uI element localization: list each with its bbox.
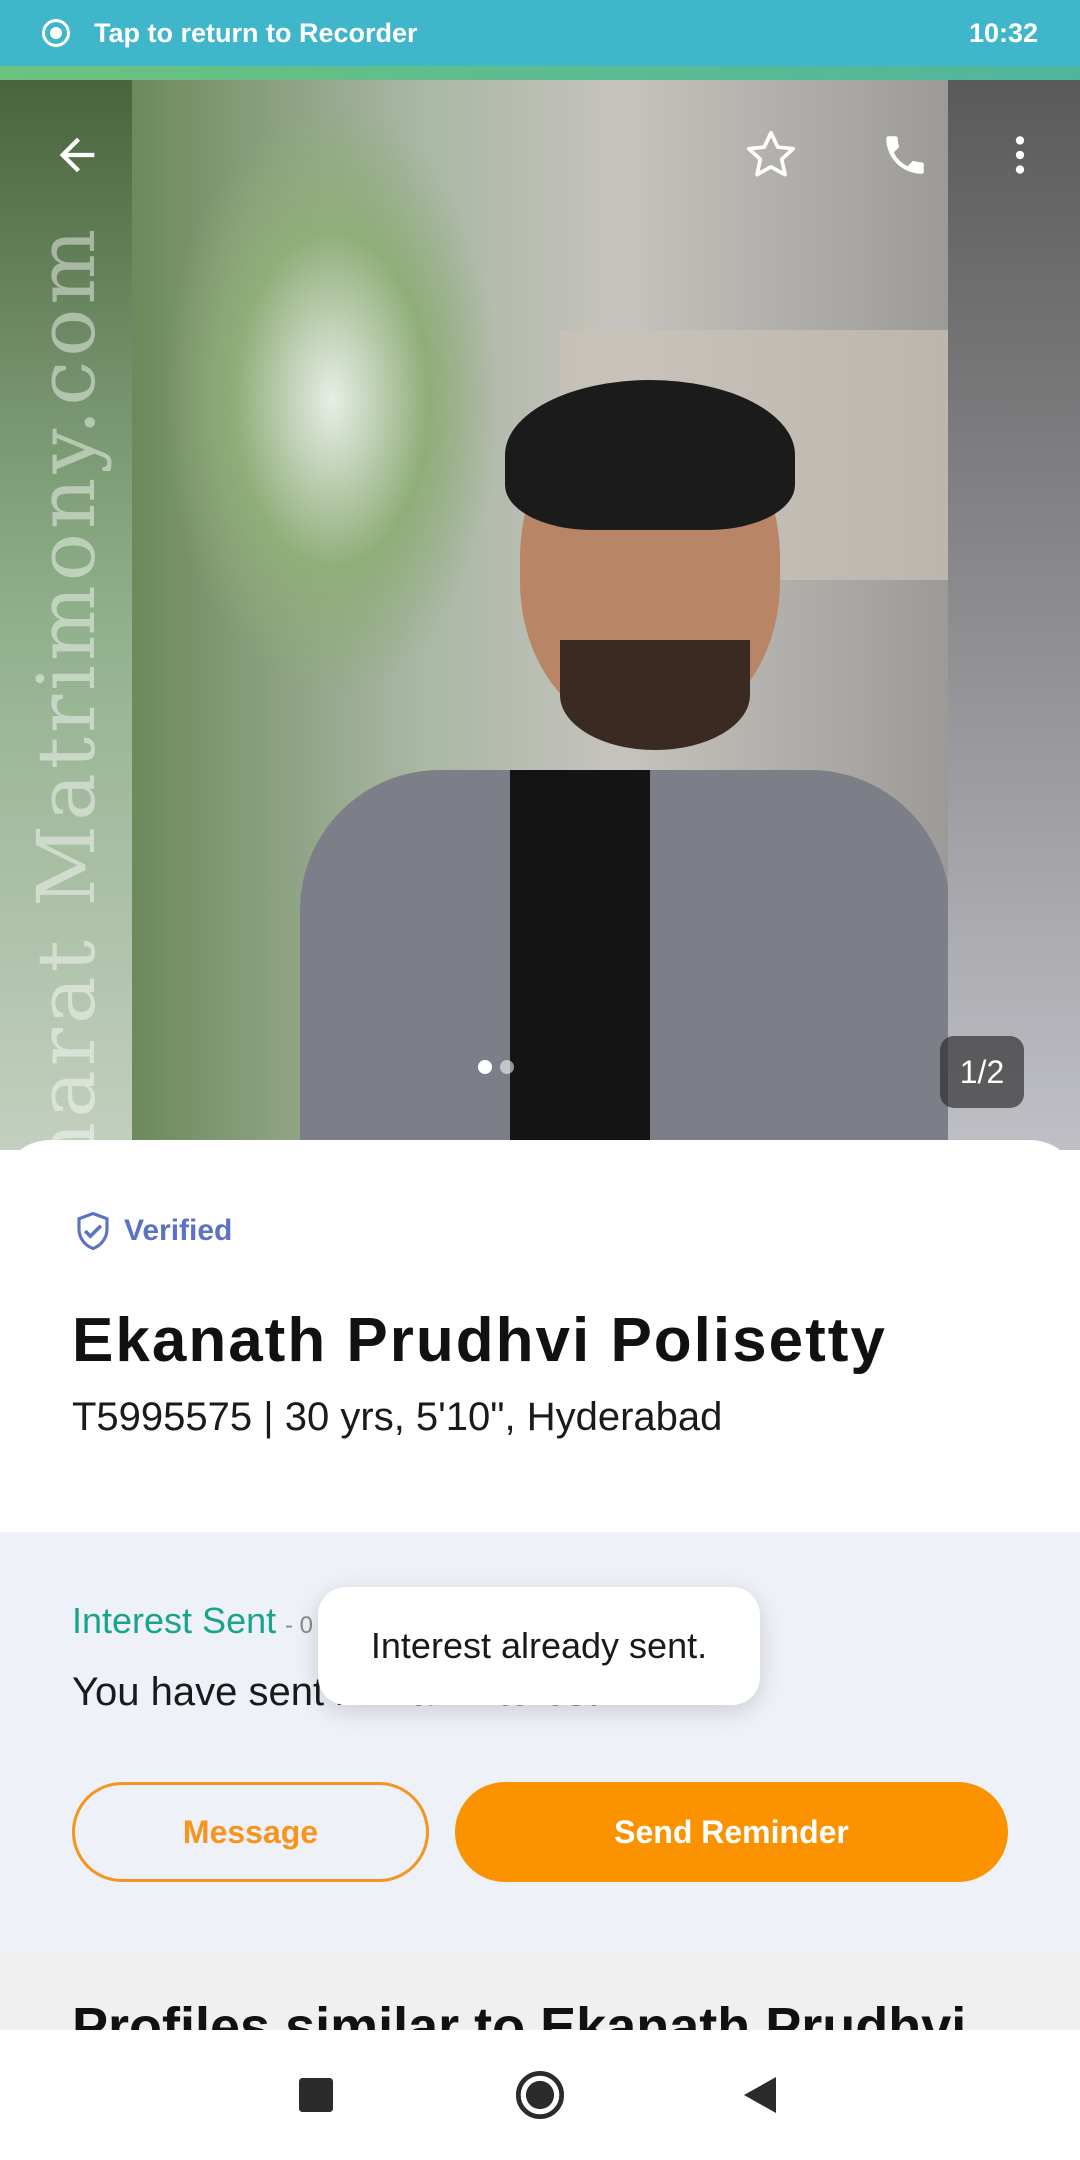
back-arrow-icon[interactable]	[42, 120, 112, 190]
profile-photo[interactable]: Bharat Matrimony.com	[0, 80, 1080, 1150]
verified-badge: Verified	[72, 1210, 232, 1252]
watermark: Bharat Matrimony.com	[20, 224, 114, 1150]
photo-page-indicator	[478, 1060, 514, 1074]
profile-meta: T5995575 | 30 yrs, 5'10", Hyderabad	[72, 1395, 723, 1439]
star-icon[interactable]	[736, 120, 806, 190]
navigation-bar	[0, 2030, 1080, 2160]
status-time: 10:32	[968, 17, 1038, 48]
message-button[interactable]: Message	[72, 1782, 429, 1882]
profile-card: Verified Ekanath Prudhvi Polisetty T5995…	[0, 1140, 1080, 1532]
page-dot	[500, 1060, 514, 1074]
similar-profiles-heading: Profiles similar to Ekanath Prudhvi	[72, 1997, 967, 2030]
status-bar[interactable]: Tap to return to Recorder 10:32	[0, 0, 1080, 66]
photo-counter: 1/2	[940, 1036, 1024, 1108]
record-icon	[42, 19, 70, 47]
similar-profiles-section: Profiles similar to Ekanath Prudhvi	[0, 1954, 1080, 2030]
phone-icon[interactable]	[870, 120, 940, 190]
back-triangle-icon[interactable]	[730, 2065, 790, 2125]
verified-label: Verified	[124, 1214, 233, 1247]
page-dot-active	[478, 1060, 492, 1074]
verified-shield-icon	[77, 1211, 109, 1251]
recents-square-icon[interactable]	[286, 2065, 346, 2125]
home-circle-icon[interactable]	[510, 2065, 570, 2125]
interest-status: Interest Sent	[72, 1600, 277, 1641]
send-reminder-button[interactable]: Send Reminder	[455, 1782, 1008, 1882]
profile-name: Ekanath Prudhvi Polisetty	[72, 1306, 887, 1375]
accent-strip	[0, 66, 1080, 80]
return-to-recorder-text[interactable]: Tap to return to Recorder	[94, 18, 418, 49]
interest-status-date: - 0	[285, 1612, 314, 1639]
toast-message: Interest already sent.	[318, 1587, 760, 1705]
more-vert-icon[interactable]	[985, 120, 1055, 190]
